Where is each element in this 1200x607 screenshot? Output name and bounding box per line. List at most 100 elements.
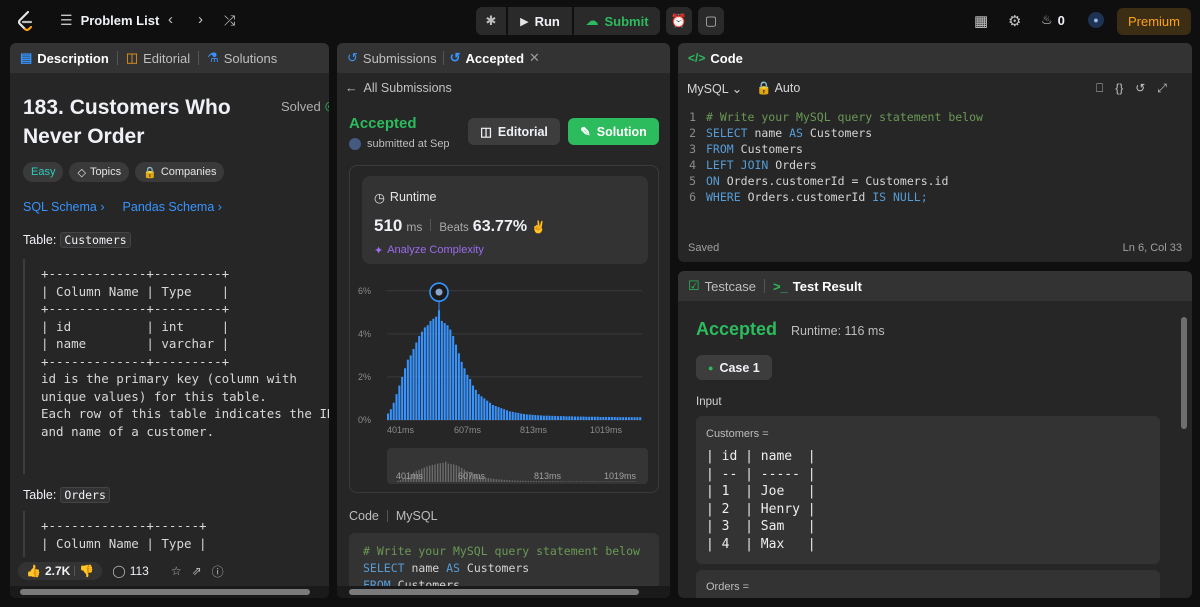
runtime-bar [523, 413, 526, 420]
share-icon[interactable]: ⇗ [192, 564, 202, 578]
leetcode-logo-icon[interactable] [16, 10, 36, 32]
tab-description[interactable]: ▤ Description [20, 50, 109, 66]
sql-schema-link[interactable]: SQL Schema › [23, 200, 105, 214]
topics-tag[interactable]: ◇ Topics [69, 162, 130, 182]
tab-submissions[interactable]: ↺ Submissions [347, 50, 437, 66]
auto-mode-toggle[interactable]: 🔒 Auto [756, 81, 800, 96]
input-label: Input [696, 396, 722, 408]
tab-divider [198, 51, 200, 65]
runtime-bar [520, 413, 523, 420]
avatar-icon [435, 288, 443, 296]
braces-icon[interactable]: {} [1115, 81, 1123, 96]
avatar[interactable]: ● [1088, 12, 1104, 28]
run-button[interactable]: ▶ Run [508, 7, 572, 35]
tab-test-result[interactable]: >_ Test Result [773, 279, 862, 294]
submit-button[interactable]: ☁ Submit [574, 7, 660, 35]
submission-meta: submitted at Sep [349, 138, 450, 150]
runtime-bar [409, 355, 412, 420]
pandas-schema-link[interactable]: Pandas Schema › [123, 200, 222, 214]
streak-counter[interactable]: ♨ 0 [1041, 12, 1065, 28]
overview-bar [450, 464, 452, 482]
solved-label: Solved [281, 98, 321, 114]
like-button[interactable]: 👍 2.7K 👎 [18, 562, 103, 580]
runtime-bar [457, 353, 460, 420]
cloud-upload-icon: ☁ [585, 13, 599, 28]
case-1-tab[interactable]: ● Case 1 [696, 355, 772, 380]
tab-editorial[interactable]: ◫ Editorial [126, 50, 190, 66]
debug-button[interactable]: ✱ [476, 7, 506, 35]
editor-line[interactable]: 6 WHERE Orders.customerId IS NULL; [678, 189, 1178, 205]
line-number: 1 [689, 110, 696, 124]
cursor-position: Ln 6, Col 33 [1122, 242, 1182, 254]
tab-accepted[interactable]: ↺ Accepted ✕ [450, 50, 540, 66]
table2-heading: Table: Orders [23, 487, 110, 503]
problem-list-button[interactable]: ☰ Problem List [60, 12, 159, 29]
tab-testcase[interactable]: ☑ Testcase [688, 278, 756, 294]
comments-button[interactable]: ◯ 113 [112, 564, 149, 578]
language-selector[interactable]: MySQL ⌄ [687, 81, 742, 96]
overview-bar [485, 477, 487, 482]
runtime-bar [593, 416, 596, 420]
solution-button[interactable]: ✎ Solution [568, 118, 659, 145]
history-icon: ↺ [449, 50, 461, 65]
chevron-right-icon: › [100, 200, 105, 214]
help-icon[interactable]: ⓘ [212, 563, 224, 580]
runtime-bar [460, 361, 463, 420]
runtime-bar [508, 411, 511, 420]
star-icon[interactable]: ☆ [171, 564, 182, 578]
all-submissions-link[interactable]: ← All Submissions [345, 81, 452, 95]
overview-bar [586, 481, 588, 482]
tab-divider [116, 51, 118, 65]
prev-problem-button[interactable]: ‹ [168, 11, 173, 28]
scrollbar-thumb[interactable] [349, 589, 639, 595]
layout-button[interactable]: ▦ [974, 12, 988, 30]
submitted-time: submitted at Sep [367, 138, 450, 150]
scrollbar-thumb[interactable] [20, 589, 310, 595]
editorial-button[interactable]: ◫ Editorial [468, 118, 560, 145]
random-problem-button[interactable]: ⤮ [224, 12, 235, 29]
reset-icon[interactable]: ↺ [1135, 81, 1145, 96]
overview-bar [613, 481, 615, 482]
code-tabs: </> Code [678, 43, 1192, 73]
next-problem-button[interactable]: › [198, 11, 203, 28]
vertical-scrollbar-thumb[interactable] [1181, 317, 1187, 429]
notes-button[interactable]: ▢ [698, 7, 724, 35]
overview-bar [495, 479, 498, 482]
editor-line[interactable]: 1 # Write your MySQL query statement belo… [678, 109, 1178, 125]
runtime-distribution-chart[interactable]: 6% 4% 2% 0% 401ms 607ms 813ms 1019ms 401ms 607ms 8… [350, 166, 660, 494]
y-tick-label: 6% [358, 286, 371, 296]
timer-button[interactable]: ⏰ [666, 7, 692, 35]
editor-actions: ⎕ {} ↺ ⤢ [1096, 81, 1167, 96]
editor-line[interactable]: 4 LEFT JOIN Orders [678, 157, 1178, 173]
editor-line[interactable]: 5 ON Orders.customerId = Customers.id [678, 173, 1178, 189]
tab-solutions[interactable]: ⚗ Solutions [207, 50, 277, 66]
companies-tag[interactable]: 🔒 Companies [135, 162, 225, 182]
runtime-bar [568, 416, 571, 420]
table2-schema-text: +-------------+------+ | Column Name | T… [41, 518, 207, 551]
overview-bar [607, 481, 610, 482]
overview-bar [442, 462, 444, 482]
expand-icon[interactable]: ⤢ [1157, 81, 1167, 96]
play-icon: ▶ [520, 15, 529, 28]
bookmark-icon[interactable]: ⎕ [1096, 81, 1103, 96]
premium-button[interactable]: Premium [1117, 8, 1191, 35]
settings-button[interactable]: ⚙ [1008, 12, 1021, 30]
runtime-bar [616, 417, 619, 420]
horizontal-scrollbar[interactable] [337, 586, 670, 598]
runtime-bar [574, 416, 577, 420]
close-icon[interactable]: ✕ [529, 50, 540, 66]
mode-label: Auto [774, 81, 801, 95]
runtime-bar [421, 331, 424, 420]
horizontal-scrollbar[interactable] [10, 586, 329, 598]
runtime-bar [639, 417, 642, 420]
runtime-bar [418, 336, 421, 420]
runtime-bar [506, 410, 509, 420]
terminal-icon: >_ [772, 278, 788, 294]
runtime-bar [559, 416, 562, 420]
code-editor[interactable]: 1 # Write your MySQL query statement belo… [678, 109, 1178, 205]
editor-line[interactable]: 3 FROM Customers [678, 141, 1178, 157]
editor-line[interactable]: 2 SELECT name AS Customers [678, 125, 1178, 141]
history-icon: ↺ [347, 50, 358, 65]
tab-code[interactable]: </> Code [688, 51, 743, 66]
runtime-bar [395, 394, 398, 420]
